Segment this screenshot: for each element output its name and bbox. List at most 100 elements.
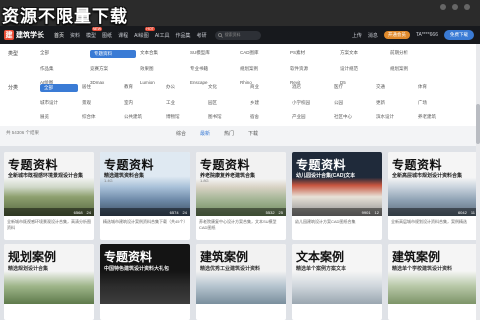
category-chip[interactable]: 图书馆	[208, 114, 246, 120]
category-chip[interactable]: 综合体	[82, 114, 120, 120]
category-chip[interactable]: 社区中心	[334, 114, 372, 120]
category-chip[interactable]: 乡建	[250, 100, 288, 106]
category-chip[interactable]: 养老建筑	[418, 114, 456, 120]
maximize-icon[interactable]	[452, 4, 458, 10]
resource-card[interactable]: 专题资料 养老院康复养老建筑合集 1.8G 5532 25 养老院康复中心设计方案合集，文…	[196, 152, 286, 240]
resource-card[interactable]: 专题资料 精选建筑资料合集 1.4G 6574 24 精选城市建筑设计案例资料合集下载（共…	[100, 152, 190, 240]
vip-button[interactable]: 开通会员	[383, 31, 410, 39]
sort-option[interactable]: 综合	[176, 130, 186, 137]
type-chip[interactable]: 方案文本	[340, 50, 386, 58]
nav-item[interactable]: 作品集	[176, 32, 191, 39]
category-chip[interactable]: 宿舍	[250, 114, 288, 120]
category-chip[interactable]: 医疗	[334, 84, 372, 92]
card-thumbnail[interactable]: 专题资料 中国特色建筑设计资料大礼包	[100, 244, 190, 304]
category-chip[interactable]: 文化	[208, 84, 246, 92]
type-chip[interactable]: 软件资源	[290, 66, 336, 72]
filter-panel: 类型 全部 专题资料 文本合集 SU模型库 CAD图库 PS素材 方案文本 前期分析 作品集 竞赛…	[0, 44, 480, 126]
site-logo[interactable]: 建 建筑学长	[4, 30, 52, 40]
category-chip[interactable]: 园区	[208, 100, 246, 106]
resource-card[interactable]: 规划案例 精选规划设计合集	[4, 244, 94, 320]
resource-card[interactable]: 文本案例 精选单个案例方案文本	[292, 244, 382, 320]
type-chip[interactable]: 专业书籍	[190, 66, 236, 72]
nav-item[interactable]: 资料	[70, 32, 80, 39]
sort-option[interactable]: 最新	[200, 130, 210, 137]
category-chip[interactable]: 小学校园	[292, 100, 330, 106]
nav-item[interactable]: 图纸	[102, 32, 112, 39]
category-chip[interactable]: 景观	[82, 100, 120, 106]
card-thumbnail[interactable]: 文本案例 精选单个案例方案文本	[292, 244, 382, 304]
type-chip[interactable]: PS素材	[290, 50, 336, 58]
download-button[interactable]: 免费下载	[444, 30, 474, 40]
upload-link[interactable]: 上传	[352, 32, 362, 39]
card-thumbnail[interactable]: 规划案例 精选规划设计合集	[4, 244, 94, 304]
category-chip[interactable]: 工业	[166, 100, 204, 106]
category-chip[interactable]: 城市设计	[40, 100, 78, 106]
category-chip[interactable]: 公园	[334, 100, 372, 106]
type-chip[interactable]: 全部	[40, 50, 86, 58]
type-chip[interactable]: CAD图库	[240, 50, 286, 58]
nav-item[interactable]: 首页	[54, 32, 64, 39]
card-thumbnail[interactable]: 专题资料 全新城市既视感环境景观设计合集 6568 24	[4, 152, 94, 216]
category-chip[interactable]: 全部	[40, 84, 78, 92]
nav-item[interactable]: 模型 NEW	[86, 26, 103, 39]
category-chip[interactable]: 展览	[40, 114, 78, 120]
category-chip[interactable]: 办公	[166, 84, 204, 92]
type-chip[interactable]: 专题资料	[90, 50, 136, 58]
category-chip[interactable]: 更新	[376, 100, 414, 106]
window-controls[interactable]	[440, 4, 470, 10]
category-chip[interactable]: 滨水设计	[376, 114, 414, 120]
search-placeholder: 搜索资料	[224, 32, 241, 37]
search-icon	[217, 32, 223, 38]
card-thumbnail[interactable]: 专题资料 全新高层城市规划设计资料合集 6042 11	[388, 152, 478, 216]
category-chip[interactable]: 公共建筑	[124, 114, 162, 120]
search-input[interactable]: 搜索资料	[214, 30, 261, 40]
resource-card[interactable]: 建筑案例 精选单个学校建筑设计资料	[388, 244, 478, 320]
type-chip[interactable]: 规划案例	[390, 66, 436, 72]
category-chip[interactable]: 室内	[124, 100, 162, 106]
sort-option[interactable]: 热门	[224, 130, 234, 137]
sort-option[interactable]: 下载	[248, 130, 258, 137]
type-chip[interactable]: 前期分析	[390, 50, 436, 58]
card-title: 文本案例	[296, 250, 345, 264]
messages-link[interactable]: 消息	[368, 32, 378, 39]
type-chip[interactable]: 作品集	[40, 66, 86, 72]
view-count: 5532	[265, 209, 275, 215]
scroll-thumb[interactable]	[476, 104, 480, 144]
type-chip[interactable]: 竞赛方案	[90, 66, 136, 72]
resource-card[interactable]: 专题资料 全新高层城市规划设计资料合集 6042 11 全新高层城市规划设计资料合集，案…	[388, 152, 478, 240]
scrollbar[interactable]	[476, 44, 480, 320]
card-thumbnail[interactable]: 专题资料 精选建筑资料合集 1.4G 6574 24	[100, 152, 190, 216]
user-name[interactable]: TA****666	[416, 32, 438, 38]
card-title: 专题资料	[200, 158, 251, 172]
nav-item[interactable]: AI工具	[155, 32, 170, 39]
nav-item[interactable]: AI绘图 HOT	[134, 26, 155, 39]
card-thumbnail[interactable]: 专题资料 养老院康复养老建筑合集 1.8G 5532 25	[196, 152, 286, 216]
category-chip[interactable]: 体育	[418, 84, 456, 92]
view-count: 9901	[361, 209, 371, 215]
category-chip[interactable]: 产业园	[292, 114, 330, 120]
card-thumbnail[interactable]: 建筑案例 精选优秀工业建筑设计资料	[196, 244, 286, 304]
resource-card[interactable]: 专题资料 幼儿园设计合集(CAD)文本 9901 12 幼儿园建筑设计方案CAD图纸合集	[292, 152, 382, 240]
nav-item[interactable]: 课程	[118, 32, 128, 39]
category-chip[interactable]: 博物馆	[166, 114, 204, 120]
card-thumbnail[interactable]: 专题资料 幼儿园设计合集(CAD)文本 9901 12	[292, 152, 382, 216]
resource-card[interactable]: 专题资料 中国特色建筑设计资料大礼包	[100, 244, 190, 320]
card-file-size: 1.8G	[200, 178, 209, 183]
category-chip[interactable]: 酒店	[292, 84, 330, 92]
resource-card[interactable]: 建筑案例 精选优秀工业建筑设计资料	[196, 244, 286, 320]
category-chip[interactable]: 商业	[250, 84, 288, 92]
type-chip[interactable]: 设计规范	[340, 66, 386, 72]
minimize-icon[interactable]	[440, 4, 446, 10]
type-chip[interactable]: 规划案例	[240, 66, 286, 72]
category-chip[interactable]: 交通	[376, 84, 414, 92]
card-thumbnail[interactable]: 建筑案例 精选单个学校建筑设计资料	[388, 244, 478, 304]
nav-item[interactable]: 考研	[197, 32, 207, 39]
type-chip[interactable]: 文本合集	[140, 50, 186, 58]
category-chip[interactable]: 广场	[418, 100, 456, 106]
category-chip[interactable]: 居住	[82, 84, 120, 92]
type-chip[interactable]: SU模型库	[190, 50, 236, 58]
resource-card[interactable]: 专题资料 全新城市既视感环境景观设计合集 6568 24 全新城市既视感环境景观设计合集…	[4, 152, 94, 240]
category-chip[interactable]: 教育	[124, 84, 162, 92]
close-icon[interactable]	[464, 4, 470, 10]
type-chip[interactable]: 效果图	[140, 66, 186, 72]
